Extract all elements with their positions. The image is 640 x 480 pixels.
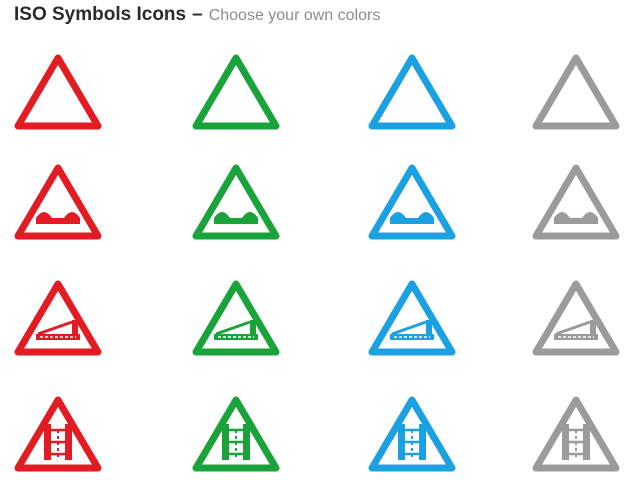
road-narrows-icon bbox=[532, 54, 620, 130]
road-narrows-icon bbox=[14, 54, 102, 130]
speed-bump-icon bbox=[532, 164, 620, 240]
road-narrows-icon bbox=[192, 54, 280, 130]
iso-symbol-cell bbox=[178, 44, 354, 154]
level-crossing-barrier-icon bbox=[368, 280, 456, 356]
iso-symbol-cell bbox=[178, 386, 354, 480]
iso-symbol-cell bbox=[530, 386, 640, 480]
level-crossing-barrier-icon bbox=[192, 280, 280, 356]
bridge-icon bbox=[532, 396, 620, 472]
iso-symbol-cell bbox=[0, 270, 178, 386]
page-title: ISO Symbols Icons bbox=[14, 4, 187, 25]
title-separator: – bbox=[192, 4, 203, 25]
level-crossing-barrier-icon bbox=[532, 280, 620, 356]
iso-symbol-cell bbox=[0, 154, 178, 270]
road-narrows-icon bbox=[368, 54, 456, 130]
iso-symbol-cell bbox=[530, 44, 640, 154]
page-subtitle: Choose your own colors bbox=[208, 7, 381, 24]
iso-symbol-cell bbox=[178, 270, 354, 386]
iso-symbol-cell bbox=[354, 270, 530, 386]
iso-symbol-cell bbox=[354, 386, 530, 480]
bridge-icon bbox=[192, 396, 280, 472]
icon-grid bbox=[0, 44, 640, 480]
speed-bump-icon bbox=[192, 164, 280, 240]
iso-symbol-cell bbox=[354, 154, 530, 270]
bridge-icon bbox=[368, 396, 456, 472]
level-crossing-barrier-icon bbox=[14, 280, 102, 356]
iso-symbol-cell bbox=[530, 154, 640, 270]
iso-symbol-cell bbox=[0, 44, 178, 154]
iso-symbol-cell bbox=[178, 154, 354, 270]
speed-bump-icon bbox=[368, 164, 456, 240]
iso-symbol-cell bbox=[354, 44, 530, 154]
header: ISO Symbols Icons – Choose your own colo… bbox=[14, 4, 380, 32]
speed-bump-icon bbox=[14, 164, 102, 240]
iso-symbol-cell bbox=[530, 270, 640, 386]
bridge-icon bbox=[14, 396, 102, 472]
iso-symbol-cell bbox=[0, 386, 178, 480]
